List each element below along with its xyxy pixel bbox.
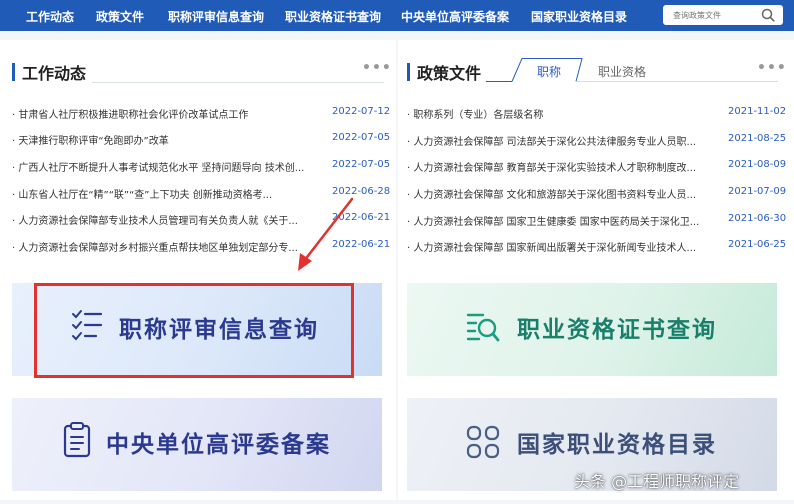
cert-query-card[interactable]: 职业资格证书查询 [407, 283, 777, 376]
list-item[interactable]: · 人力资源社会保障部 国家新闻出版署关于深化新闻专业技术人... [407, 239, 696, 254]
list-item-date: 2021-11-02 [728, 106, 787, 117]
search-icon[interactable] [761, 8, 775, 22]
list-item[interactable]: · 人力资源社会保障部对乡村振兴重点帮扶地区单独划定部分专... [12, 239, 298, 254]
heading-bar [407, 63, 410, 81]
nav-item-title-query[interactable]: 职称评审信息查询 [168, 8, 264, 25]
list-item-date: 2021-06-25 [728, 239, 787, 250]
watermark: 头条 @工程师职称评定 [574, 472, 740, 491]
list-item-date: 2021-08-25 [728, 133, 787, 144]
tab-title[interactable]: 职称 [537, 63, 561, 80]
nav-item-work-news[interactable]: 工作动态 [26, 8, 74, 25]
search-box [663, 5, 783, 25]
list-item[interactable]: · 人力资源社会保障部 文化和旅游部关于深化图书资料专业人员... [407, 186, 696, 201]
list-item[interactable]: · 广西人社厅不断提升人事考试规范化水平 坚持问题导向 技术创... [12, 159, 304, 174]
policy-title: 政策文件 [417, 64, 482, 83]
search-document-icon [466, 313, 500, 342]
list-item[interactable]: · 人力资源社会保障部专业技术人员管理司有关负责人就《关于... [12, 212, 298, 227]
tab-qualification[interactable]: 职业资格 [598, 63, 646, 80]
annotation-box [34, 283, 354, 378]
nav-item-policy[interactable]: 政策文件 [96, 8, 144, 25]
list-item-date: 2021-07-09 [728, 186, 787, 197]
list-item[interactable]: · 天津推行职称评审“免跑即办”改革 [12, 132, 169, 147]
central-filing-label: 中央单位高评委备案 [106, 432, 331, 458]
nav-item-cert-query[interactable]: 职业资格证书查询 [285, 8, 381, 25]
grid-icon [466, 425, 500, 459]
policy-more-button[interactable]: ••• [757, 60, 787, 76]
clipboard-icon [63, 422, 91, 458]
list-item[interactable]: · 职称系列（专业）各层级名称 [407, 106, 543, 121]
policy-heading: 政策文件 [407, 60, 481, 84]
list-item[interactable]: · 山东省人社厅在“精”“联”“查”上下功夫 创新推动资格考... [12, 186, 272, 201]
work-news-title: 工作动态 [22, 64, 87, 83]
work-news-heading: 工作动态 [12, 60, 86, 84]
list-item-date: 2021-06-30 [728, 213, 787, 224]
list-item[interactable]: · 人力资源社会保障部 教育部关于深化实验技术人才职称制度改... [407, 159, 696, 174]
work-news-more-button[interactable]: ••• [362, 60, 392, 76]
heading-bar [12, 63, 15, 81]
search-input[interactable] [673, 10, 753, 20]
nav-item-central-filing[interactable]: 中央单位高评委备案 [401, 8, 509, 25]
annotation-arrow-icon [298, 197, 354, 271]
list-item-date: 2022-07-12 [332, 106, 391, 117]
list-item[interactable]: · 人力资源社会保障部 国家卫生健康委 国家中医药局关于深化卫... [407, 213, 699, 228]
divider [92, 82, 384, 83]
list-item[interactable]: · 人力资源社会保障部 司法部关于深化公共法律服务专业人员职... [407, 133, 696, 148]
list-item-date: 2022-07-05 [332, 132, 391, 143]
cert-query-label: 职业资格证书查询 [517, 317, 717, 343]
central-filing-card[interactable]: 中央单位高评委备案 [12, 398, 382, 491]
list-item-date: 2022-07-05 [332, 159, 391, 170]
top-nav: 工作动态 政策文件 职称评审信息查询 职业资格证书查询 中央单位高评委备案 国家… [0, 0, 794, 31]
nav-item-catalog[interactable]: 国家职业资格目录 [531, 8, 627, 25]
list-item-date: 2021-08-09 [728, 159, 787, 170]
catalog-label: 国家职业资格目录 [517, 432, 717, 458]
list-item[interactable]: · 甘肃省人社厅积极推进职称社会化评价改革试点工作 [12, 106, 248, 121]
